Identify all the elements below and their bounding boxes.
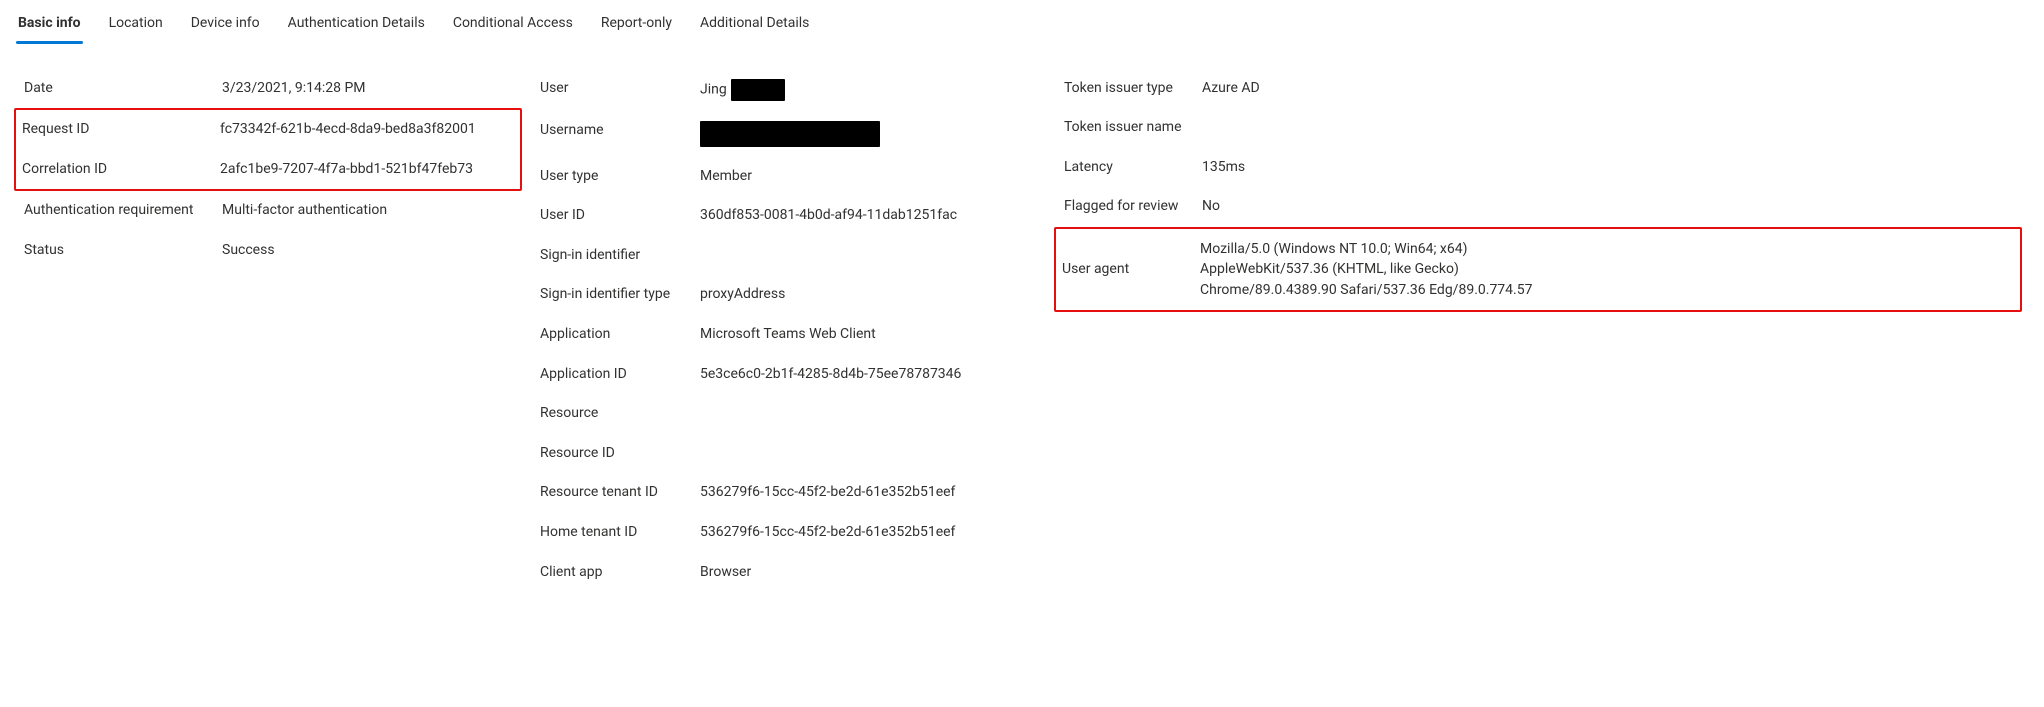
tab-report-only[interactable]: Report-only bbox=[601, 8, 672, 44]
row-latency: Latency 135ms bbox=[1058, 148, 2026, 188]
label-auth-requirement: Authentication requirement bbox=[24, 201, 222, 221]
value-username bbox=[700, 121, 1052, 147]
label-signin-identifier-type: Sign-in identifier type bbox=[540, 285, 700, 305]
highlight-request-correlation: Request ID fc73342f-621b-4ecd-8da9-bed8a… bbox=[14, 108, 522, 191]
tab-device-info[interactable]: Device info bbox=[191, 8, 260, 44]
row-user-id: User ID 360df853-0081-4b0d-af94-11dab125… bbox=[534, 196, 1058, 236]
label-date: Date bbox=[24, 79, 222, 99]
row-auth-requirement: Authentication requirement Multi-factor … bbox=[18, 191, 534, 231]
redacted-username bbox=[700, 121, 880, 147]
value-request-id: fc73342f-621b-4ecd-8da9-bed8a3f82001 bbox=[220, 120, 514, 140]
user-link[interactable]: Jing bbox=[700, 81, 727, 97]
value-auth-requirement: Multi-factor authentication bbox=[222, 201, 528, 221]
row-user-agent: User agent Mozilla/5.0 (Windows NT 10.0;… bbox=[1056, 229, 2020, 310]
value-user-type: Member bbox=[700, 167, 1052, 187]
value-application: Microsoft Teams Web Client bbox=[700, 325, 1052, 345]
signin-details-panel: Basic info Location Device info Authenti… bbox=[0, 0, 2044, 632]
value-status: Success bbox=[222, 241, 528, 261]
row-application: Application Microsoft Teams Web Client bbox=[534, 315, 1058, 355]
row-request-id: Request ID fc73342f-621b-4ecd-8da9-bed8a… bbox=[16, 110, 520, 150]
label-token-issuer-name: Token issuer name bbox=[1064, 118, 1202, 138]
value-latency: 135ms bbox=[1202, 158, 1562, 178]
label-user-agent: User agent bbox=[1062, 260, 1200, 280]
tab-additional-details[interactable]: Additional Details bbox=[700, 8, 809, 44]
row-token-issuer-type: Token issuer type Azure AD bbox=[1058, 69, 2026, 109]
label-username: Username bbox=[540, 121, 700, 141]
value-flagged-for-review: No bbox=[1202, 197, 1562, 217]
value-date: 3/23/2021, 9:14:28 PM bbox=[222, 79, 528, 99]
value-home-tenant-id: 536279f6-15cc-45f2-be2d-61e352b51eef bbox=[700, 523, 1052, 543]
row-resource-tenant-id: Resource tenant ID 536279f6-15cc-45f2-be… bbox=[534, 473, 1058, 513]
tab-basic-info[interactable]: Basic info bbox=[18, 8, 81, 44]
label-request-id: Request ID bbox=[22, 120, 220, 140]
row-application-id: Application ID 5e3ce6c0-2b1f-4285-8d4b-7… bbox=[534, 355, 1058, 395]
value-signin-identifier-type: proxyAddress bbox=[700, 285, 1052, 305]
row-user: User Jing bbox=[534, 69, 1058, 111]
label-client-app: Client app bbox=[540, 563, 700, 583]
label-user-id: User ID bbox=[540, 206, 700, 226]
label-application: Application bbox=[540, 325, 700, 345]
highlight-user-agent: User agent Mozilla/5.0 (Windows NT 10.0;… bbox=[1054, 227, 2022, 312]
label-home-tenant-id: Home tenant ID bbox=[540, 523, 700, 543]
label-latency: Latency bbox=[1064, 158, 1202, 178]
row-flagged-for-review: Flagged for review No bbox=[1058, 187, 2026, 227]
label-application-id: Application ID bbox=[540, 365, 700, 385]
label-flagged-for-review: Flagged for review bbox=[1064, 197, 1202, 217]
value-user-id: 360df853-0081-4b0d-af94-11dab1251fac bbox=[700, 206, 1052, 226]
tab-authentication-details[interactable]: Authentication Details bbox=[288, 8, 425, 44]
label-resource-id: Resource ID bbox=[540, 444, 700, 464]
label-resource-tenant-id: Resource tenant ID bbox=[540, 483, 700, 503]
row-status: Status Success bbox=[18, 231, 534, 271]
tabs-bar: Basic info Location Device info Authenti… bbox=[18, 0, 2026, 45]
value-user-agent: Mozilla/5.0 (Windows NT 10.0; Win64; x64… bbox=[1200, 239, 1560, 300]
label-correlation-id: Correlation ID bbox=[22, 160, 220, 180]
row-token-issuer-name: Token issuer name bbox=[1058, 108, 2026, 148]
label-resource: Resource bbox=[540, 404, 700, 424]
label-user: User bbox=[540, 79, 700, 99]
value-token-issuer-type: Azure AD bbox=[1202, 79, 1562, 99]
value-user: Jing bbox=[700, 79, 1052, 101]
row-signin-identifier: Sign-in identifier bbox=[534, 236, 1058, 276]
tab-location[interactable]: Location bbox=[109, 8, 163, 44]
column-2: User Jing Username User type Member User… bbox=[534, 69, 1058, 593]
tab-conditional-access[interactable]: Conditional Access bbox=[453, 8, 573, 44]
value-application-id: 5e3ce6c0-2b1f-4285-8d4b-75ee78787346 bbox=[700, 365, 1052, 385]
label-user-type: User type bbox=[540, 167, 700, 187]
column-3: Token issuer type Azure AD Token issuer … bbox=[1058, 69, 2026, 593]
row-date: Date 3/23/2021, 9:14:28 PM bbox=[18, 69, 534, 109]
row-client-app: Client app Browser bbox=[534, 553, 1058, 593]
label-signin-identifier: Sign-in identifier bbox=[540, 246, 700, 266]
row-username: Username bbox=[534, 111, 1058, 157]
redacted-user-lastname bbox=[731, 79, 785, 101]
value-resource-tenant-id: 536279f6-15cc-45f2-be2d-61e352b51eef bbox=[700, 483, 1052, 503]
row-resource-id: Resource ID bbox=[534, 434, 1058, 474]
label-status: Status bbox=[24, 241, 222, 261]
value-client-app: Browser bbox=[700, 563, 1052, 583]
row-home-tenant-id: Home tenant ID 536279f6-15cc-45f2-be2d-6… bbox=[534, 513, 1058, 553]
label-token-issuer-type: Token issuer type bbox=[1064, 79, 1202, 99]
row-correlation-id: Correlation ID 2afc1be9-7207-4f7a-bbd1-5… bbox=[16, 150, 520, 190]
column-1: Date 3/23/2021, 9:14:28 PM Request ID fc… bbox=[18, 69, 534, 593]
basic-info-content: Date 3/23/2021, 9:14:28 PM Request ID fc… bbox=[18, 69, 2026, 593]
row-signin-identifier-type: Sign-in identifier type proxyAddress bbox=[534, 275, 1058, 315]
row-user-type: User type Member bbox=[534, 157, 1058, 197]
value-correlation-id: 2afc1be9-7207-4f7a-bbd1-521bf47feb73 bbox=[220, 160, 514, 180]
row-resource: Resource bbox=[534, 394, 1058, 434]
